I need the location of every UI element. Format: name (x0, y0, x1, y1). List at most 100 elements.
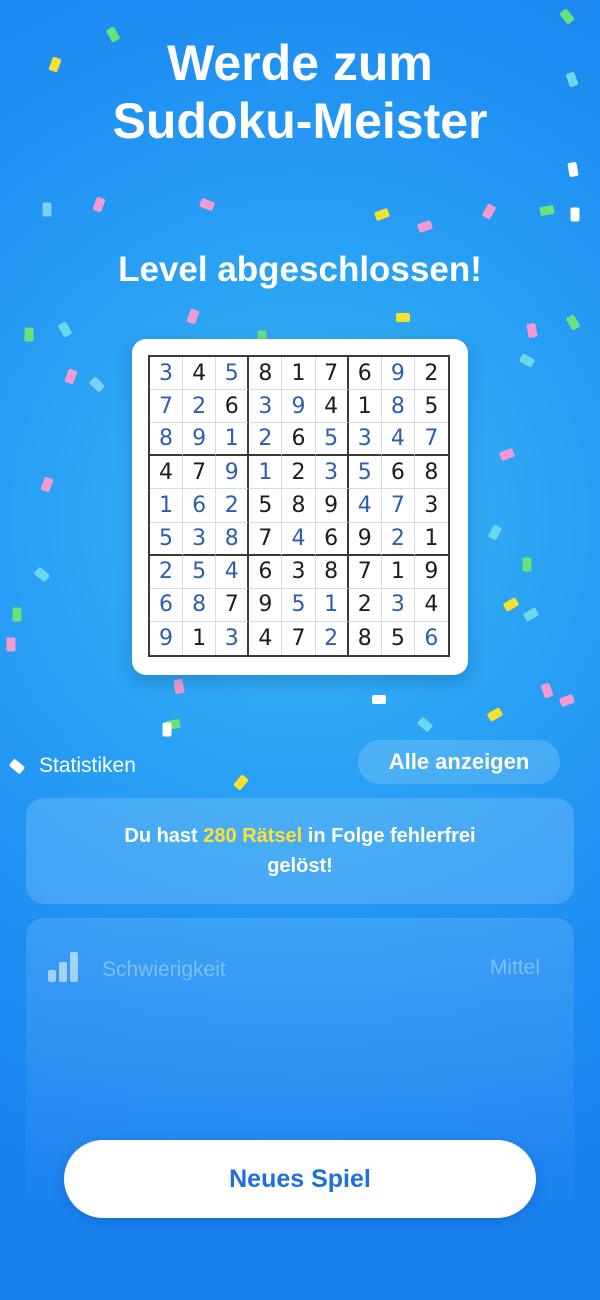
sudoku-cell: 8 (315, 555, 349, 589)
confetti-piece (373, 207, 391, 222)
confetti-piece (518, 353, 536, 368)
confetti-piece (565, 314, 581, 331)
difficulty-label: Schwierigkeit (102, 958, 226, 981)
sudoku-cell: 5 (382, 621, 415, 655)
sudoku-cell: 2 (316, 621, 349, 655)
sudoku-cell: 3 (216, 621, 250, 655)
sudoku-cell: 4 (381, 423, 415, 457)
sudoku-cell: 6 (183, 489, 217, 523)
confetti-piece (396, 313, 410, 322)
confetti-piece (416, 219, 434, 234)
sudoku-cell: 9 (282, 390, 316, 424)
sudoku-cell: 9 (315, 489, 349, 523)
streak-card: Du hast 280 Rätsel in Folge fehlerfrei g… (26, 798, 574, 904)
sudoku-cell: 4 (216, 555, 250, 589)
sudoku-cell: 8 (183, 588, 217, 622)
sudoku-cell: 5 (315, 423, 349, 457)
sudoku-cell: 2 (183, 390, 217, 424)
sudoku-cell: 9 (249, 588, 283, 622)
sudoku-cell: 5 (282, 588, 316, 622)
statistics-label: Statistiken (39, 754, 136, 777)
confetti-piece (498, 447, 516, 462)
confetti-piece (88, 376, 106, 393)
sudoku-cell: 3 (249, 390, 283, 424)
level-complete-title: Level abgeschlossen! (118, 250, 482, 289)
sudoku-cell: 8 (216, 522, 250, 556)
sudoku-cell: 7 (150, 390, 184, 424)
sudoku-cell: 5 (183, 555, 217, 589)
sudoku-cell: 7 (282, 621, 316, 655)
sudoku-cell: 9 (216, 456, 250, 490)
confetti-piece (522, 557, 532, 572)
new-game-button[interactable]: Neues Spiel (64, 1140, 536, 1218)
confetti-piece (558, 693, 576, 708)
sudoku-cell: 4 (414, 589, 448, 622)
confetti-piece (526, 322, 538, 339)
confetti-piece (8, 758, 26, 775)
sudoku-cell: 9 (183, 423, 217, 457)
sudoku-cell: 8 (414, 456, 448, 490)
show-all-button[interactable]: Alle anzeigen (358, 740, 560, 784)
confetti-piece (24, 327, 34, 342)
sudoku-cell: 2 (150, 555, 184, 589)
confetti-piece (481, 203, 497, 220)
sudoku-cell: 6 (150, 588, 184, 622)
headline-line-2: Sudoku-Meister (112, 93, 488, 149)
sudoku-cell: 2 (249, 423, 283, 457)
sudoku-cell: 2 (216, 489, 250, 523)
confetti-piece (486, 707, 504, 722)
confetti-piece (540, 682, 554, 699)
sudoku-cell: 1 (348, 390, 382, 424)
confetti-piece (162, 722, 172, 737)
sudoku-cell: 1 (216, 423, 250, 457)
confetti-piece (33, 566, 51, 583)
sudoku-board-card: 3458176927263941858912653474791235681625… (132, 339, 468, 675)
sudoku-cell: 6 (282, 423, 316, 457)
sudoku-cell: 4 (348, 489, 382, 523)
confetti-piece (92, 196, 106, 213)
sudoku-cell: 8 (150, 423, 184, 457)
confetti-piece (198, 197, 216, 212)
confetti-piece (64, 368, 78, 385)
confetti-piece (539, 204, 555, 217)
sudoku-cell: 2 (414, 357, 448, 391)
streak-message: Du hast 280 Rätsel in Folge fehlerfrei g… (100, 821, 500, 881)
sudoku-cell: 6 (216, 390, 250, 424)
confetti-piece (42, 202, 52, 217)
sudoku-cell: 7 (315, 357, 349, 391)
streak-highlight: 280 Rätsel (203, 825, 303, 847)
sudoku-cell: 6 (424, 625, 439, 651)
sudoku-cell: 1 (315, 588, 349, 622)
headline-title: Werde zum Sudoku-Meister (0, 34, 600, 150)
sudoku-cell: 4 (315, 390, 349, 424)
sudoku-cell: 5 (216, 357, 250, 391)
confetti-piece (165, 718, 181, 731)
confetti-piece (570, 207, 580, 222)
confetti-piece (567, 161, 579, 178)
sudoku-cell: 1 (414, 523, 448, 556)
sudoku-grid: 3458176927263941858912653474791235681625… (148, 355, 450, 657)
confetti-piece (559, 8, 575, 25)
confetti-piece (57, 321, 73, 338)
confetti-piece (372, 695, 386, 704)
sudoku-cell: 6 (249, 555, 283, 589)
confetti-piece (173, 678, 185, 695)
signal-bars-icon (48, 952, 80, 982)
sudoku-cell: 5 (414, 390, 448, 424)
sudoku-cell: 5 (249, 489, 283, 523)
sudoku-cell: 6 (381, 456, 415, 490)
sudoku-cell: 1 (381, 555, 415, 589)
sudoku-cell: 8 (282, 489, 316, 523)
confetti-piece (186, 308, 200, 325)
sudoku-cell: 4 (282, 522, 316, 556)
confetti-piece (40, 476, 54, 493)
sudoku-cell: 9 (150, 621, 184, 655)
confetti-piece (487, 524, 503, 541)
sudoku-cell: 2 (282, 456, 316, 490)
sudoku-cell: 4 (150, 456, 184, 490)
sudoku-cell: 8 (349, 621, 382, 655)
sudoku-cell: 3 (282, 555, 316, 589)
sudoku-cell: 3 (414, 489, 448, 523)
confetti-piece (416, 716, 434, 733)
sudoku-cell: 1 (183, 621, 217, 655)
